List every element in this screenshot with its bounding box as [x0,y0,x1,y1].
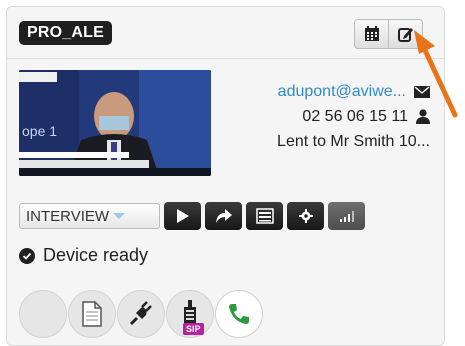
document-icon [82,301,102,327]
device-card: PRO_ALE ope 1 adupont@aviwe... 02 56 06 … [6,6,445,346]
plug-icon [129,301,152,326]
gear-icon [298,209,313,223]
empty-connector[interactable] [19,290,67,338]
sip-connector[interactable]: SIP [166,290,214,338]
mode-select[interactable]: INTERVIEW [19,203,160,229]
signal-button[interactable] [328,202,365,230]
annotation-arrow [414,30,458,118]
mode-select-value: INTERVIEW [26,207,110,225]
header-divider [7,58,444,59]
control-bar: INTERVIEW [19,202,365,230]
phone-icon [229,304,249,324]
share-icon [215,209,232,223]
check-circle-icon [19,247,35,264]
device-name-badge: PRO_ALE [19,21,112,45]
status-text: Device ready [43,245,149,265]
document-connector[interactable] [68,290,116,338]
email-text[interactable]: adupont@aviwe... [278,83,406,101]
share-button[interactable] [205,202,242,230]
calendar-button[interactable] [355,20,388,48]
play-icon [176,209,189,223]
thumbnail-channel-text: ope 1 [22,123,57,139]
note-row: Lent to Mr Smith 10... [277,129,430,154]
list-button[interactable] [246,202,283,230]
chevron-down-icon [113,213,126,219]
note-text: Lent to Mr Smith 10... [277,132,430,150]
connector-row: SIP [19,290,264,338]
device-status: Device ready [19,245,148,266]
phone-text: 02 56 06 15 11 [302,107,408,125]
play-button[interactable] [164,202,201,230]
phone-connector[interactable] [215,290,263,338]
signal-bars-icon [339,211,354,222]
settings-button[interactable] [287,202,324,230]
calendar-icon [364,26,379,41]
sip-badge: SIP [183,323,204,335]
list-icon [255,208,274,224]
video-thumbnail[interactable]: ope 1 [19,70,211,176]
power-connector[interactable] [117,290,165,338]
